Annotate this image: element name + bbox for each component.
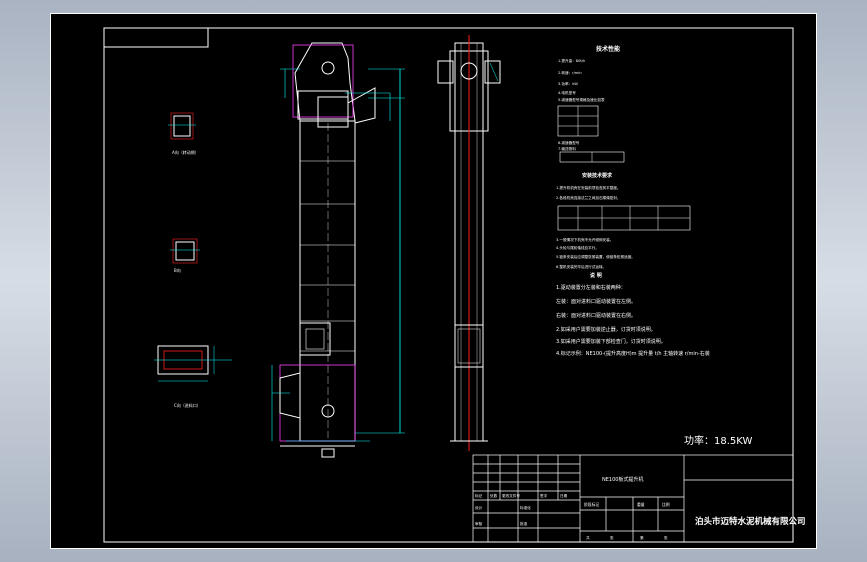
tb-count: 处数 — [490, 493, 498, 498]
assembly-req-2: 2.各段机壳连接法兰之间加石棉绳密封。 — [556, 195, 621, 200]
assembly-heading: 安装技术要求 — [582, 172, 613, 179]
detail-view-b — [170, 238, 200, 264]
tb-sign: 签字 — [540, 493, 548, 498]
tech-line-1: 1.提升量：80t/h — [558, 58, 585, 63]
note-2: 左装：面对进料口驱动装置在左侧。 — [556, 298, 636, 305]
side-view — [437, 35, 501, 451]
tb-review: 审核 — [475, 521, 483, 526]
tb-mark: 标记 — [475, 493, 483, 498]
tech-line-2: 2.转速：r/min — [558, 70, 582, 75]
view-b-label: B向 — [174, 267, 181, 273]
outer-border — [50, 13, 817, 549]
company-name: 泊头市迈特水泥机械有限公司 — [695, 516, 806, 527]
detail-view-a — [168, 112, 196, 140]
view-a-label: A向（转动侧） — [172, 149, 199, 155]
view-c-label: C向（进料口） — [174, 402, 201, 408]
assembly-req-1: 1.提升机机壳在安装前须检查其平整度。 — [556, 185, 621, 190]
note-4: 2.如采用户需要加装逆止器，订货时须说明。 — [556, 326, 656, 333]
note-1: 1.驱动装置分左装和右装两种： — [556, 284, 626, 291]
tech-params: 技术性能 1.提升量：80t/h 2.转速：r/min 3.功率：kW 4.电机… — [557, 45, 625, 163]
corner-box — [103, 27, 209, 48]
drawing-sheet: A向（转动侧） B向 C向（进料口） 技术性能 1.提升量：80t/h 2.转速… — [50, 13, 817, 549]
tb-change-doc: 更改文件号 — [502, 493, 520, 498]
inner-border — [103, 27, 794, 543]
tech-line-4: 4.电机型号 — [558, 90, 576, 95]
detail-view-c — [154, 345, 232, 382]
title-block — [472, 454, 794, 543]
tb-weight: 重量 — [637, 502, 645, 507]
tb-total: 共 — [586, 535, 590, 540]
note-5: 3.如采用户需要加装下部检查门，订货时须说明。 — [556, 338, 666, 345]
tech-line-3: 3.功率：kW — [558, 81, 578, 86]
tb-no: 第 — [640, 535, 644, 540]
tb-scale: 比例 — [662, 502, 670, 507]
drawing-title: NE100板式提升机 — [602, 476, 643, 483]
tb-stage: 阶段标记 — [584, 502, 599, 507]
tech-line-7: 7.输送物料 — [558, 146, 576, 151]
tech-line-6: 6.减速器型号 — [558, 140, 580, 145]
assembly-req-4: 4.头轮与尾轮轴线应平行。 — [556, 245, 599, 250]
tb-design: 设计 — [475, 505, 483, 510]
power-rating: 功率：18.5KW — [684, 434, 752, 447]
tech-line-5: 5.减速器型号规格及速比如表 — [558, 97, 605, 102]
tb-standard: 标准化 — [520, 505, 531, 510]
note-6: 4.标记示例：NE100-(提升高度H)m 提升量 t/h 主轴转速 r/min… — [556, 350, 710, 357]
tech-heading: 技术性能 — [596, 45, 620, 53]
assembly-requirements: 安装技术要求 1.提升机机壳在安装前须检查其平整度。 2.各段机壳连接法兰之间加… — [556, 172, 691, 269]
assembly-req-3: 3.一般情况下机壳不允许倾斜安装。 — [556, 237, 613, 242]
assembly-req-6: 6.整机安装完毕后进行试运转。 — [556, 264, 606, 269]
tb-approve: 批准 — [520, 521, 528, 526]
notes: 说 明 1.驱动装置分左装和右装两种： 左装：面对进料口驱动装置在左侧。 右装：… — [556, 272, 710, 357]
tb-sheets: 张 — [610, 535, 614, 540]
notes-heading: 说 明 — [590, 272, 602, 279]
assembly-req-5: 5.链条安装后应调整张紧装置，使链条松紧适度。 — [556, 254, 635, 259]
cad-drawing: A向（转动侧） B向 C向（进料口） 技术性能 1.提升量：80t/h 2.转速… — [50, 13, 817, 549]
front-view — [271, 42, 405, 458]
tb-date: 日期 — [560, 493, 568, 498]
tb-sheet: 张 — [664, 535, 668, 540]
note-3: 右装：面对进料口驱动装置在右侧。 — [556, 312, 636, 319]
